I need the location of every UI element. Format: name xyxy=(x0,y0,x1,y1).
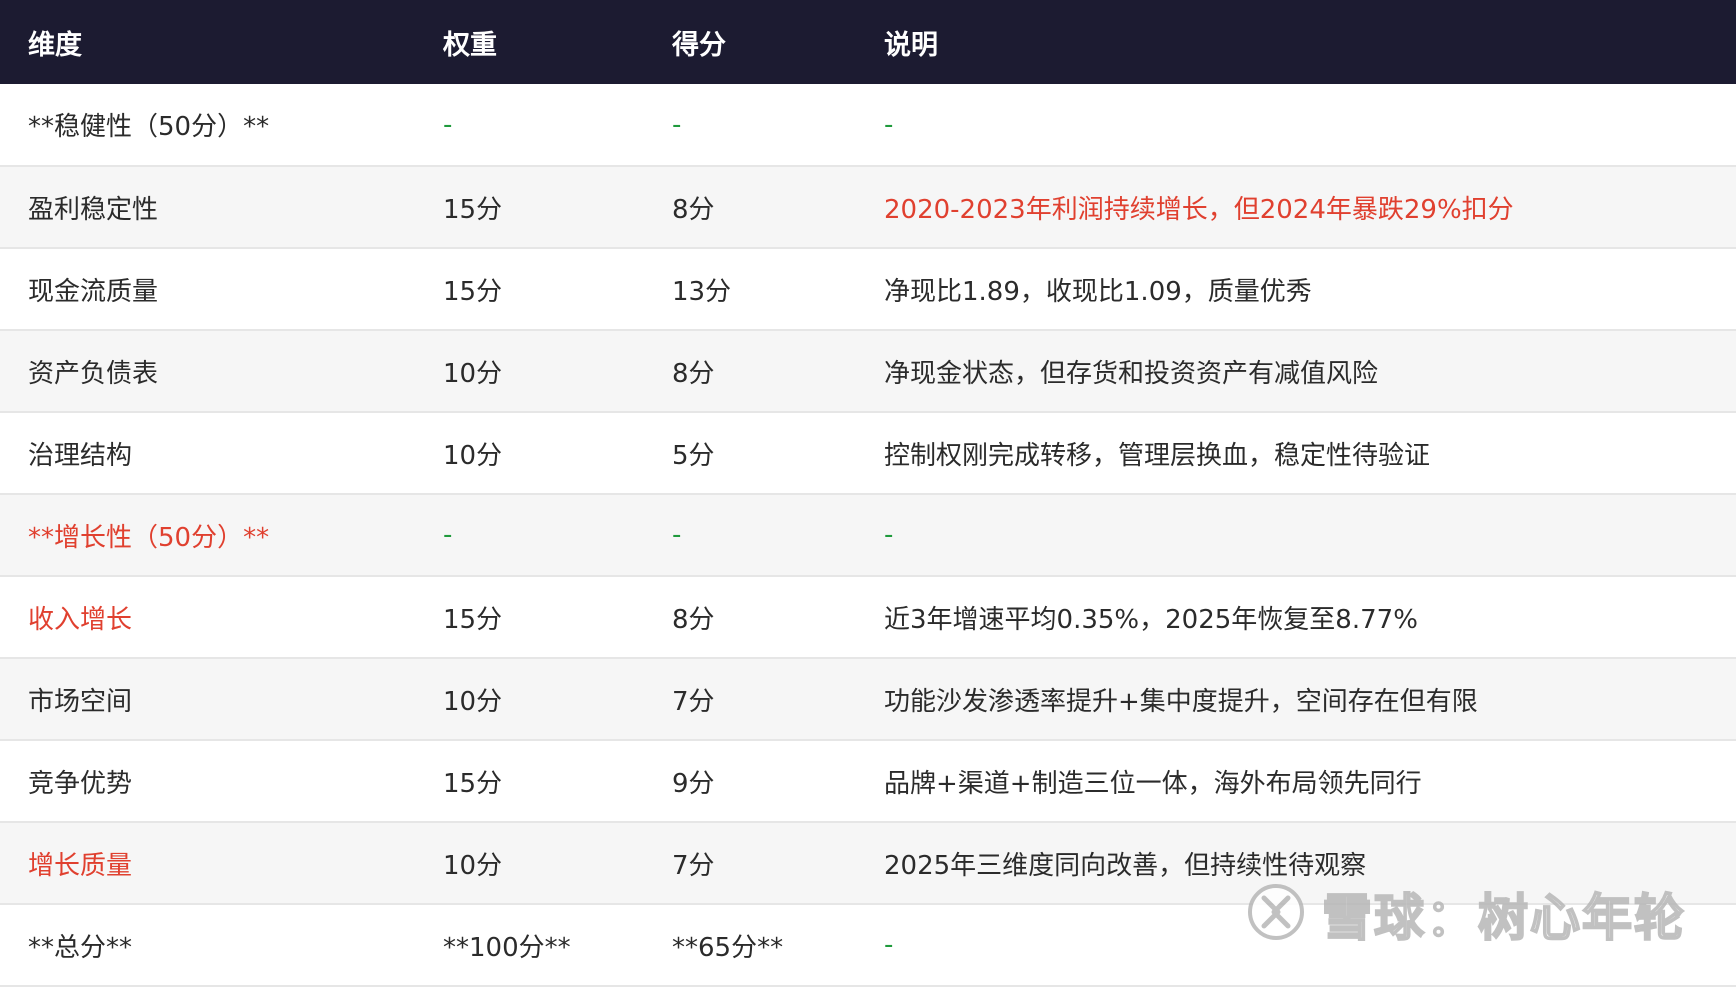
cell-score: 13分 xyxy=(672,276,732,307)
table-row: 收入增长 15分 8分 近3年增速平均0.35%，2025年恢复至8.77% xyxy=(0,576,1736,658)
cell-weight: 15分 xyxy=(443,276,503,307)
table-header: 维度 权重 得分 说明 xyxy=(0,0,1736,84)
cell-dimension: 收入增长 xyxy=(28,604,133,635)
header-note: 说明 xyxy=(884,29,938,61)
cell-score: 8分 xyxy=(672,604,715,635)
cell-weight: 15分 xyxy=(443,768,503,799)
table-body: **稳健性（50分）** - - - 盈利稳定性 15分 8分 2020-202… xyxy=(0,84,1736,986)
cell-note: 功能沙发渗透率提升+集中度提升，空间存在但有限 xyxy=(884,686,1478,717)
cell-dimension: 盈利稳定性 xyxy=(28,194,159,225)
cell-score: 8分 xyxy=(672,358,715,389)
cell-note: - xyxy=(884,520,894,550)
table-row: 现金流质量 15分 13分 净现比1.89，收现比1.09，质量优秀 xyxy=(0,248,1736,330)
cell-score: 8分 xyxy=(672,194,715,225)
cell-dimension: 资产负债表 xyxy=(28,358,159,389)
cell-note: - xyxy=(884,109,894,140)
cell-weight: 10分 xyxy=(443,440,503,471)
table-row: **稳健性（50分）** - - - xyxy=(0,84,1736,166)
cell-dimension: 现金流质量 xyxy=(28,276,159,307)
cell-score: 9分 xyxy=(672,768,715,799)
table-row: 盈利稳定性 15分 8分 2020-2023年利润持续增长，但2024年暴跌29… xyxy=(0,166,1736,248)
cell-note: 近3年增速平均0.35%，2025年恢复至8.77% xyxy=(884,604,1418,635)
cell-note: 2020-2023年利润持续增长，但2024年暴跌29%扣分 xyxy=(884,194,1514,225)
cell-score: 5分 xyxy=(672,440,715,471)
cell-score: 7分 xyxy=(672,850,715,881)
header-row: 维度 权重 得分 说明 xyxy=(0,0,1736,84)
cell-note: 品牌+渠道+制造三位一体，海外布局领先同行 xyxy=(884,768,1422,799)
cell-weight: 15分 xyxy=(443,194,503,225)
cell-note: 净现比1.89，收现比1.09，质量优秀 xyxy=(884,276,1312,307)
cell-weight: - xyxy=(443,109,453,140)
cell-weight: **100分** xyxy=(443,932,571,963)
table-row: 增长质量 10分 7分 2025年三维度同向改善，但持续性待观察 xyxy=(0,822,1736,904)
cell-dimension: **稳健性（50分）** xyxy=(28,112,270,142)
table-row: **总分** **100分** **65分** - xyxy=(0,904,1736,986)
header-weight: 权重 xyxy=(443,29,497,61)
cell-dimension: 市场空间 xyxy=(28,686,133,717)
table-row: 资产负债表 10分 8分 净现金状态，但存货和投资资产有减值风险 xyxy=(0,330,1736,412)
cell-note: 控制权刚完成转移，管理层换血，稳定性待验证 xyxy=(884,440,1431,471)
table-row: 竞争优势 15分 9分 品牌+渠道+制造三位一体，海外布局领先同行 xyxy=(0,740,1736,822)
cell-weight: 10分 xyxy=(443,358,503,389)
table-row: **增长性（50分）** - - - xyxy=(0,494,1736,576)
cell-score: - xyxy=(672,109,682,140)
cell-dimension: **增长性（50分）** xyxy=(28,522,270,553)
cell-note: - xyxy=(884,930,894,960)
cell-weight: 10分 xyxy=(443,686,503,717)
cell-dimension: 增长质量 xyxy=(28,850,133,881)
cell-score: - xyxy=(672,520,682,550)
cell-note: 净现金状态，但存货和投资资产有减值风险 xyxy=(884,358,1379,389)
cell-dimension: 治理结构 xyxy=(28,440,133,471)
cell-weight: - xyxy=(443,520,453,550)
cell-dimension: **总分** xyxy=(28,932,133,963)
cell-dimension: 竞争优势 xyxy=(28,768,133,799)
cell-note: 2025年三维度同向改善，但持续性待观察 xyxy=(884,850,1367,881)
header-score: 得分 xyxy=(672,29,726,61)
table-row: 市场空间 10分 7分 功能沙发渗透率提升+集中度提升，空间存在但有限 xyxy=(0,658,1736,740)
table-row: 治理结构 10分 5分 控制权刚完成转移，管理层换血，稳定性待验证 xyxy=(0,412,1736,494)
cell-score: 7分 xyxy=(672,686,715,717)
cell-weight: 10分 xyxy=(443,850,503,881)
header-dimension: 维度 xyxy=(28,29,82,61)
cell-weight: 15分 xyxy=(443,604,503,635)
cell-score: **65分** xyxy=(672,932,784,963)
score-table: 维度 权重 得分 说明 **稳健性（50分）** - - - 盈利稳定性 15分… xyxy=(0,0,1736,987)
